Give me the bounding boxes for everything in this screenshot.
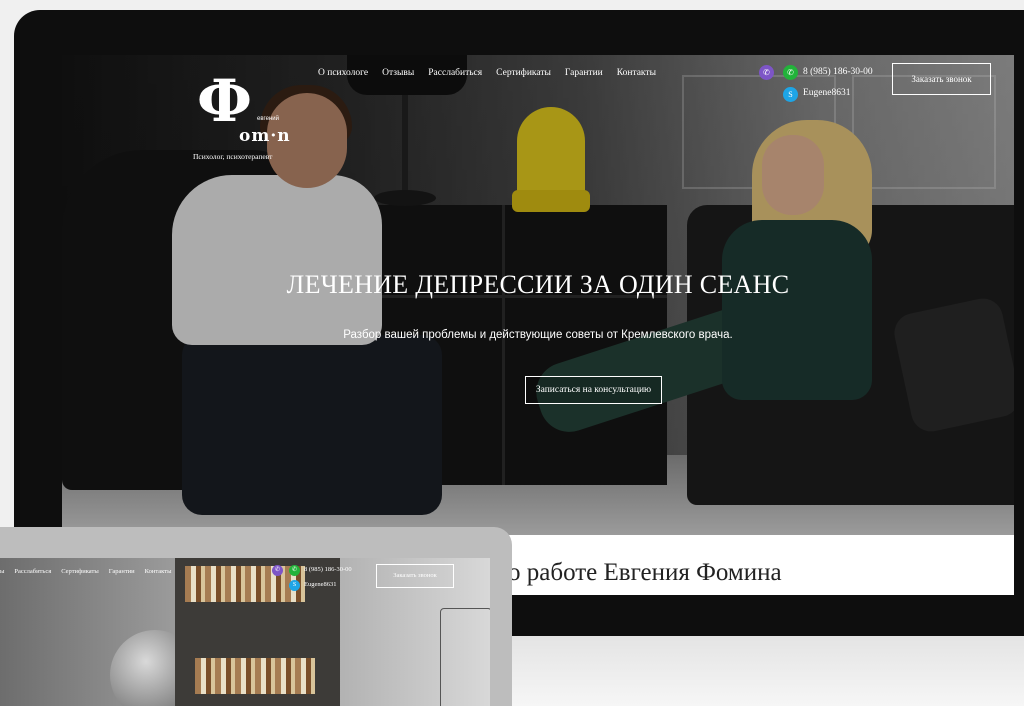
nav-item-certificates[interactable]: Сертификаты [496,68,551,78]
skype-icon[interactable]: S [289,580,300,591]
monitor-screen: Ф евгений om·n Психолог, психотерапевт О… [62,55,1014,595]
phone-number[interactable]: 8 (985) 186-30-00 [803,67,873,77]
logo-mark: Ф [197,67,253,135]
tablet-contacts: ✆ ✆ 8 (985) 186-30-00 S Eugene8631 [272,565,372,593]
main-nav: О психологе Отзывы Расслабиться Сертифик… [318,68,656,78]
tablet-nav-item-certificates[interactable]: Сертификаты [61,568,98,575]
logo-name: om·n [239,126,291,146]
framed-plant [440,608,490,706]
whatsapp-icon[interactable]: ✆ [783,65,798,80]
hero-banner: Ф евгений om·n Психолог, психотерапевт О… [62,55,1014,535]
nav-item-guarantees[interactable]: Гарантии [565,68,603,78]
nav-item-contacts[interactable]: Контакты [617,68,656,78]
nav-item-relax[interactable]: Расслабиться [428,68,482,78]
viber-icon[interactable]: ✆ [272,565,283,576]
section-title: о работе Евгения Фомина [508,559,782,586]
consultation-button[interactable]: Записаться на консультацию [525,376,662,404]
nav-item-reviews[interactable]: Отзывы [382,68,414,78]
logo-first-name: евгений [257,116,279,122]
nav-item-about[interactable]: О психологе [318,68,368,78]
hero-title: ЛЕЧЕНИЕ ДЕПРЕССИИ ЗА ОДИН СЕАНС [286,270,790,299]
tablet-screen: ы Расслабиться Сертификаты Гарантии Конт… [0,558,490,706]
tablet-skype-name[interactable]: Eugene8631 [304,581,337,588]
site-logo[interactable]: Ф евгений om·n Психолог, психотерапевт [187,70,297,165]
skype-name[interactable]: Eugene8631 [803,88,851,98]
tablet-nav-item-guarantees[interactable]: Гарантии [109,568,135,575]
tablet-frame: ы Расслабиться Сертификаты Гарантии Конт… [0,527,512,706]
skype-icon[interactable]: S [783,87,798,102]
tablet-order-call-button[interactable]: Заказать звонок [376,564,454,588]
hero-subtitle: Разбор вашей проблемы и действующие сове… [343,329,733,341]
viber-icon[interactable]: ✆ [759,65,774,80]
logo-tagline: Психолог, психотерапевт [193,152,273,161]
tablet-phone-number[interactable]: 8 (985) 186-30-00 [304,566,352,573]
header-contacts: ✆ ✆ 8 (985) 186-30-00 S Eugene8631 [759,65,889,105]
tablet-nav-item-contacts[interactable]: Контакты [145,568,172,575]
whatsapp-icon[interactable]: ✆ [289,565,300,576]
tablet-nav-item-relax[interactable]: Расслабиться [14,568,51,575]
tablet-nav-item-reviews[interactable]: ы [0,568,4,575]
order-call-button[interactable]: Заказать звонок [892,63,991,95]
books [195,658,315,694]
tablet-nav: ы Расслабиться Сертификаты Гарантии Конт… [0,568,171,575]
